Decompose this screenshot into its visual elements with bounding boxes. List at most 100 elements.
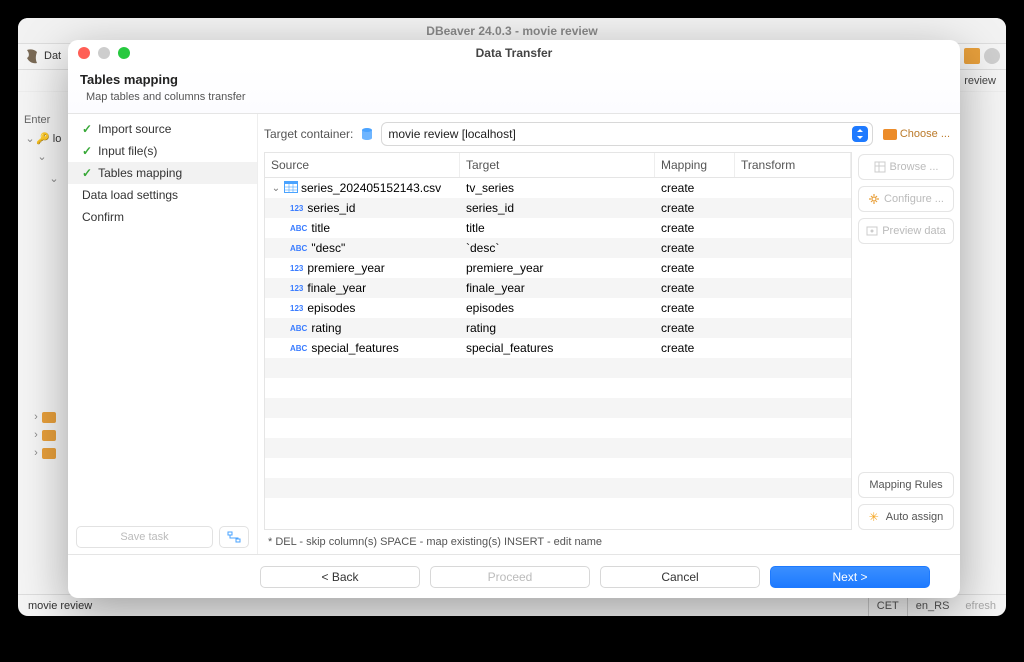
text-type-icon: ABC [289, 324, 308, 333]
source-cell: "desc" [311, 241, 345, 255]
dialog-titlebar: Data Transfer [68, 40, 960, 66]
auto-assign-button[interactable]: Auto assign [858, 504, 954, 530]
mapping-cell[interactable]: create [655, 221, 735, 235]
table-row[interactable]: ABCratingratingcreate [265, 318, 851, 338]
source-cell: premiere_year [307, 261, 384, 275]
numeric-type-icon: 123 [289, 264, 304, 273]
wizard-step[interactable]: Data load settings [68, 184, 257, 206]
dialog-title: Data Transfer [476, 46, 553, 60]
configure-label: Configure ... [884, 193, 944, 205]
mapping-cell[interactable]: create [655, 301, 735, 315]
table-row[interactable]: 123finale_yearfinale_yearcreate [265, 278, 851, 298]
mapping-cell[interactable]: create [655, 241, 735, 255]
configure-button[interactable]: Configure ... [858, 186, 954, 212]
combo-arrows-icon[interactable] [852, 126, 868, 142]
data-transfer-dialog: Data Transfer Tables mapping Map tables … [68, 40, 960, 598]
browse-button[interactable]: Browse ... [858, 154, 954, 180]
mapping-cell[interactable]: create [655, 281, 735, 295]
nav-tree[interactable]: ⌄🔑 lo ⌄ ⌄ › › › [24, 130, 61, 462]
save-task-button[interactable]: Save task [76, 526, 213, 548]
back-button[interactable]: < Back [260, 566, 420, 588]
dialog-footer: < Back Proceed Cancel Next > [68, 554, 960, 598]
col-source[interactable]: Source [265, 153, 460, 177]
filter-label: Enter [24, 114, 50, 126]
source-cell: series_202405152143.csv [301, 181, 441, 195]
cancel-button[interactable]: Cancel [600, 566, 760, 588]
target-cell[interactable]: title [460, 221, 655, 235]
col-mapping[interactable]: Mapping [655, 153, 735, 177]
page-subtitle: Map tables and columns transfer [86, 91, 944, 103]
save-task-icon-button[interactable] [219, 526, 249, 548]
table-row-empty [265, 478, 851, 498]
step-label: Data load settings [82, 188, 178, 202]
database-icon [359, 126, 375, 142]
target-cell[interactable]: special_features [460, 341, 655, 355]
target-cell[interactable]: finale_year [460, 281, 655, 295]
target-cell[interactable]: `desc` [460, 241, 655, 255]
mapping-cell[interactable]: create [655, 321, 735, 335]
next-button[interactable]: Next > [770, 566, 930, 588]
numeric-type-icon: 123 [289, 304, 304, 313]
step-label: Import source [98, 122, 171, 136]
choose-label: Choose ... [900, 128, 950, 140]
preview-icon [866, 225, 878, 237]
table-row[interactable]: 123premiere_yearpremiere_yearcreate [265, 258, 851, 278]
target-cell[interactable]: episodes [460, 301, 655, 315]
close-icon[interactable] [78, 47, 90, 59]
text-type-icon: ABC [289, 224, 308, 233]
folder-icon [883, 129, 897, 140]
zoom-icon[interactable] [118, 47, 130, 59]
minimize-icon [98, 47, 110, 59]
table-row-empty [265, 418, 851, 438]
table-row[interactable]: ⌄ series_202405152143.csv tv_seriescreate [265, 178, 851, 198]
chevron-down-icon[interactable]: ⌄ [271, 183, 281, 194]
dbeaver-icon [24, 48, 40, 64]
numeric-type-icon: 123 [289, 204, 304, 213]
target-cell[interactable]: tv_series [460, 181, 655, 195]
table-icon [284, 181, 298, 196]
col-transform[interactable]: Transform [735, 153, 851, 177]
gear-icon [868, 193, 880, 205]
preview-button[interactable]: Preview data [858, 218, 954, 244]
table-row-empty [265, 438, 851, 458]
table-row[interactable]: ABC"desc" `desc`create [265, 238, 851, 258]
toolbar-icon-1[interactable] [964, 48, 980, 64]
mapping-table[interactable]: Source Target Mapping Transform ⌄ series_… [264, 152, 852, 530]
window-controls [78, 47, 130, 59]
source-cell: title [311, 221, 330, 235]
dialog-header: Tables mapping Map tables and columns tr… [68, 66, 960, 114]
table-row[interactable]: 123series_idseries_idcreate [265, 198, 851, 218]
target-container-combo[interactable]: movie review [localhost] [381, 122, 872, 146]
mapping-cell[interactable]: create [655, 261, 735, 275]
table-row[interactable]: ABCspecial_featuresspecial_featurescreat… [265, 338, 851, 358]
mapping-cell[interactable]: create [655, 341, 735, 355]
page-title: Tables mapping [80, 72, 944, 87]
mapping-rules-button[interactable]: Mapping Rules [858, 472, 954, 498]
step-label: Confirm [82, 210, 124, 224]
wizard-step[interactable]: Input file(s) [68, 140, 257, 162]
status-tz: CET [868, 595, 908, 616]
wizard-step[interactable]: Import source [68, 118, 257, 140]
target-cell[interactable]: premiere_year [460, 261, 655, 275]
table-row[interactable]: ABCtitletitlecreate [265, 218, 851, 238]
text-type-icon: ABC [289, 244, 308, 253]
source-cell: episodes [307, 301, 355, 315]
choose-button[interactable]: Choose ... [879, 128, 954, 140]
proceed-button: Proceed [430, 566, 590, 588]
tab-label[interactable]: review [964, 75, 996, 87]
numeric-type-icon: 123 [289, 284, 304, 293]
source-cell: series_id [307, 201, 355, 215]
target-container-value: movie review [localhost] [388, 127, 851, 141]
mapping-cell[interactable]: create [655, 201, 735, 215]
auto-assign-label: Auto assign [886, 511, 943, 523]
target-cell[interactable]: series_id [460, 201, 655, 215]
wizard-step[interactable]: Confirm [68, 206, 257, 228]
wizard-step[interactable]: Tables mapping [68, 162, 257, 184]
table-icon [874, 161, 886, 173]
step-label: Input file(s) [98, 144, 157, 158]
table-row[interactable]: 123episodesepisodescreate [265, 298, 851, 318]
mapping-cell[interactable]: create [655, 181, 735, 195]
target-cell[interactable]: rating [460, 321, 655, 335]
col-target[interactable]: Target [460, 153, 655, 177]
toolbar-icon-2[interactable] [984, 48, 1000, 64]
